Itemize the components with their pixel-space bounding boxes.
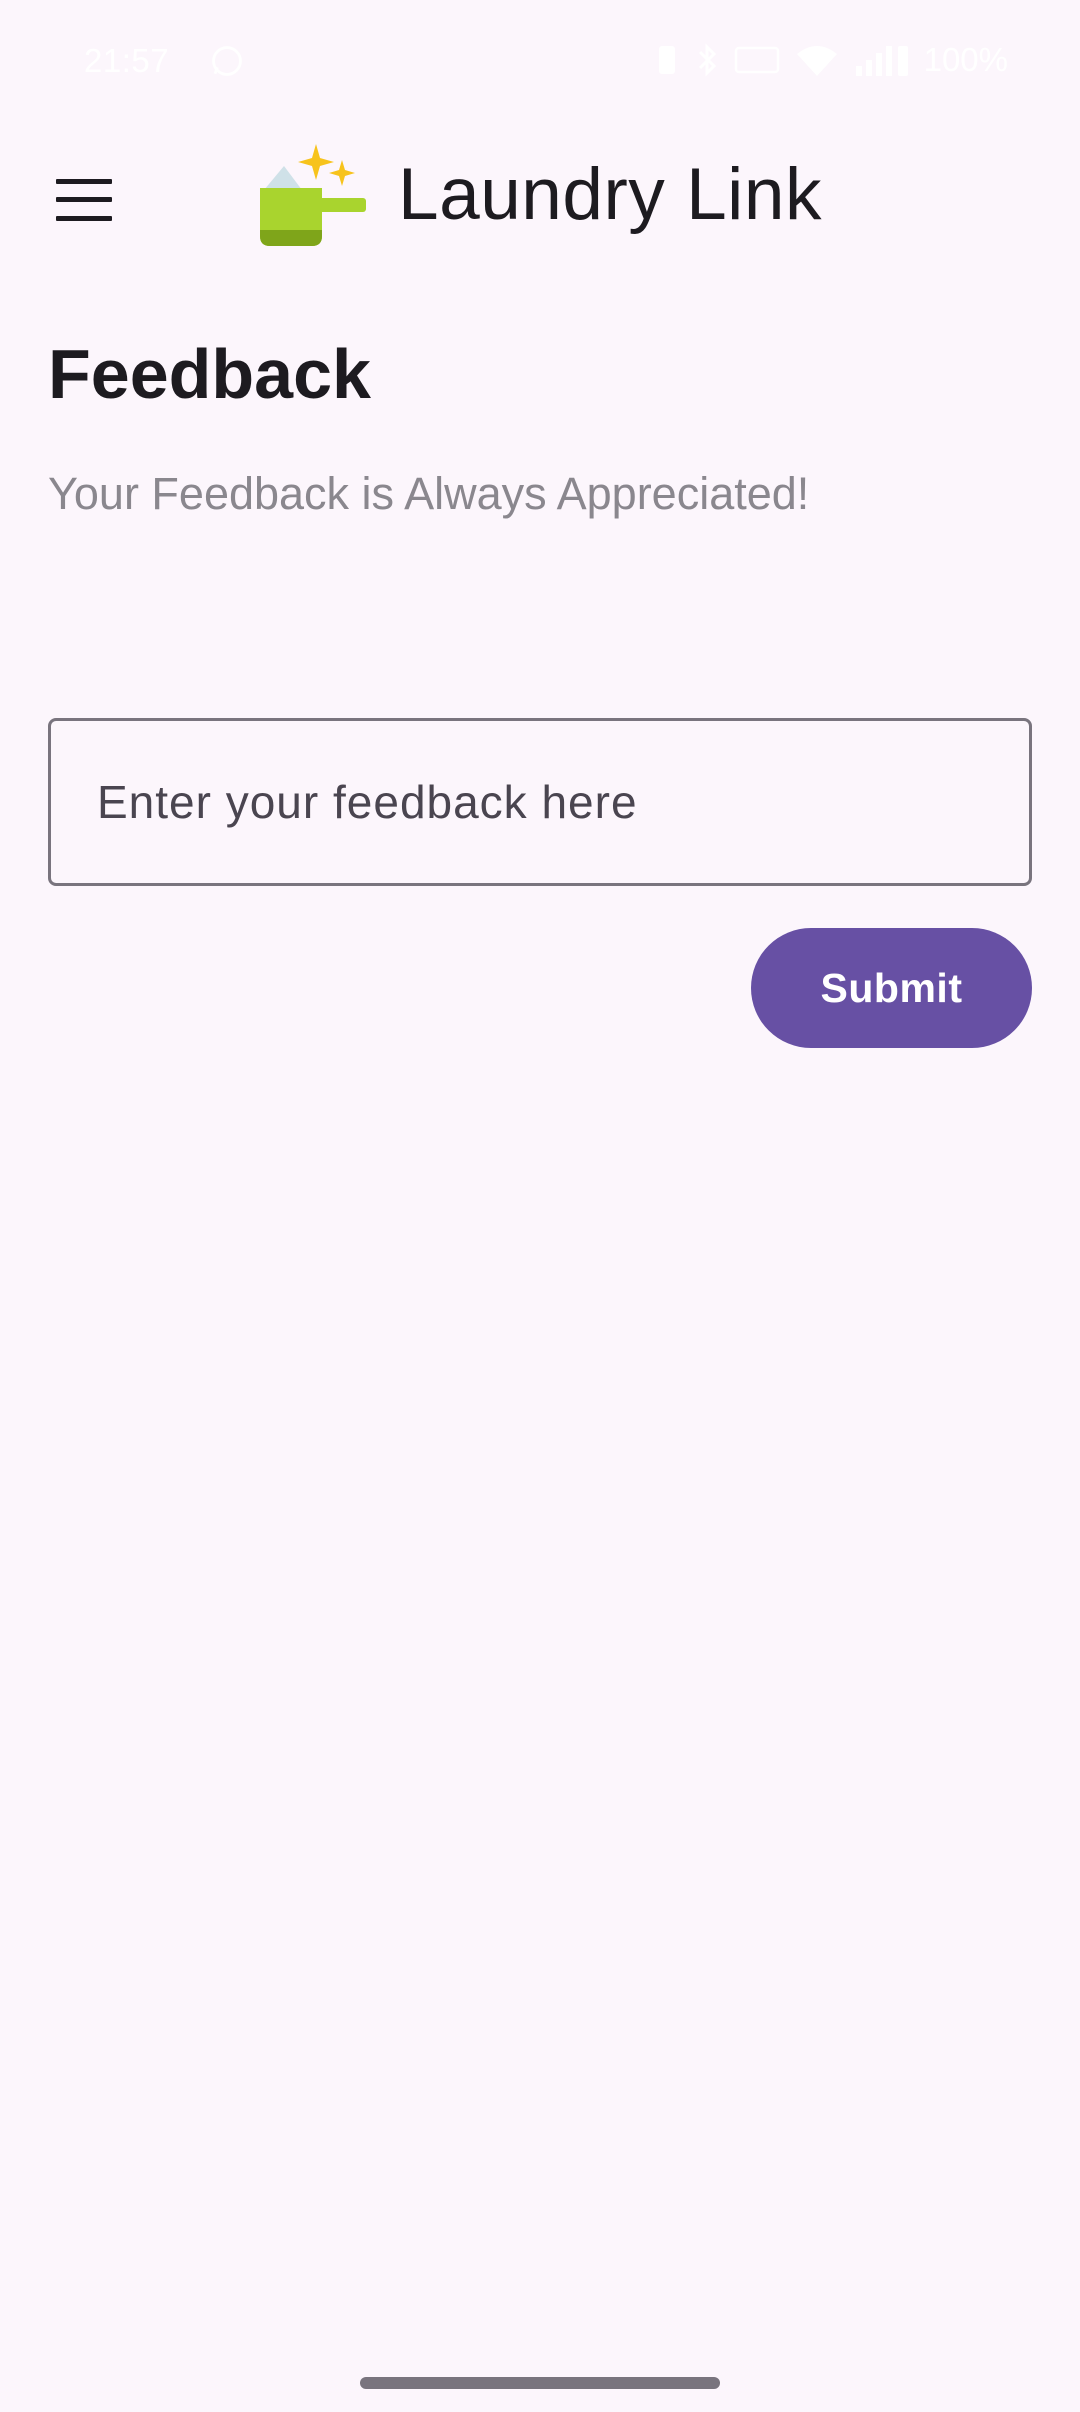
detergent-scoop-sparkles-icon bbox=[260, 144, 366, 246]
wifi-icon bbox=[796, 46, 837, 76]
submit-button[interactable]: Submit bbox=[751, 928, 1032, 1048]
top-app-bar: Laundry Link bbox=[0, 120, 1080, 270]
feedback-input-container[interactable] bbox=[48, 718, 1032, 886]
signal-icon bbox=[855, 46, 908, 76]
navigation-gesture-handle[interactable] bbox=[360, 2377, 720, 2389]
hamburger-menu-icon bbox=[56, 179, 112, 221]
bluetooth-icon bbox=[698, 43, 716, 77]
menu-button[interactable] bbox=[36, 152, 132, 248]
app-brand: Laundry Link bbox=[256, 134, 822, 254]
vibrate-icon bbox=[658, 46, 675, 74]
whatsapp-notification-icon bbox=[212, 46, 242, 76]
app-title: Laundry Link bbox=[398, 153, 823, 235]
page-title: Feedback bbox=[48, 335, 371, 413]
status-time: 21:57 bbox=[84, 42, 170, 79]
feedback-input[interactable] bbox=[51, 721, 1029, 883]
status-icons: 100% bbox=[652, 40, 1008, 80]
status-bar: 21:57 100% bbox=[0, 0, 1080, 120]
page-subtitle: Your Feedback is Always Appreciated! bbox=[48, 468, 810, 519]
volte-icon bbox=[734, 46, 779, 74]
battery-percentage: 100% bbox=[923, 41, 1008, 78]
